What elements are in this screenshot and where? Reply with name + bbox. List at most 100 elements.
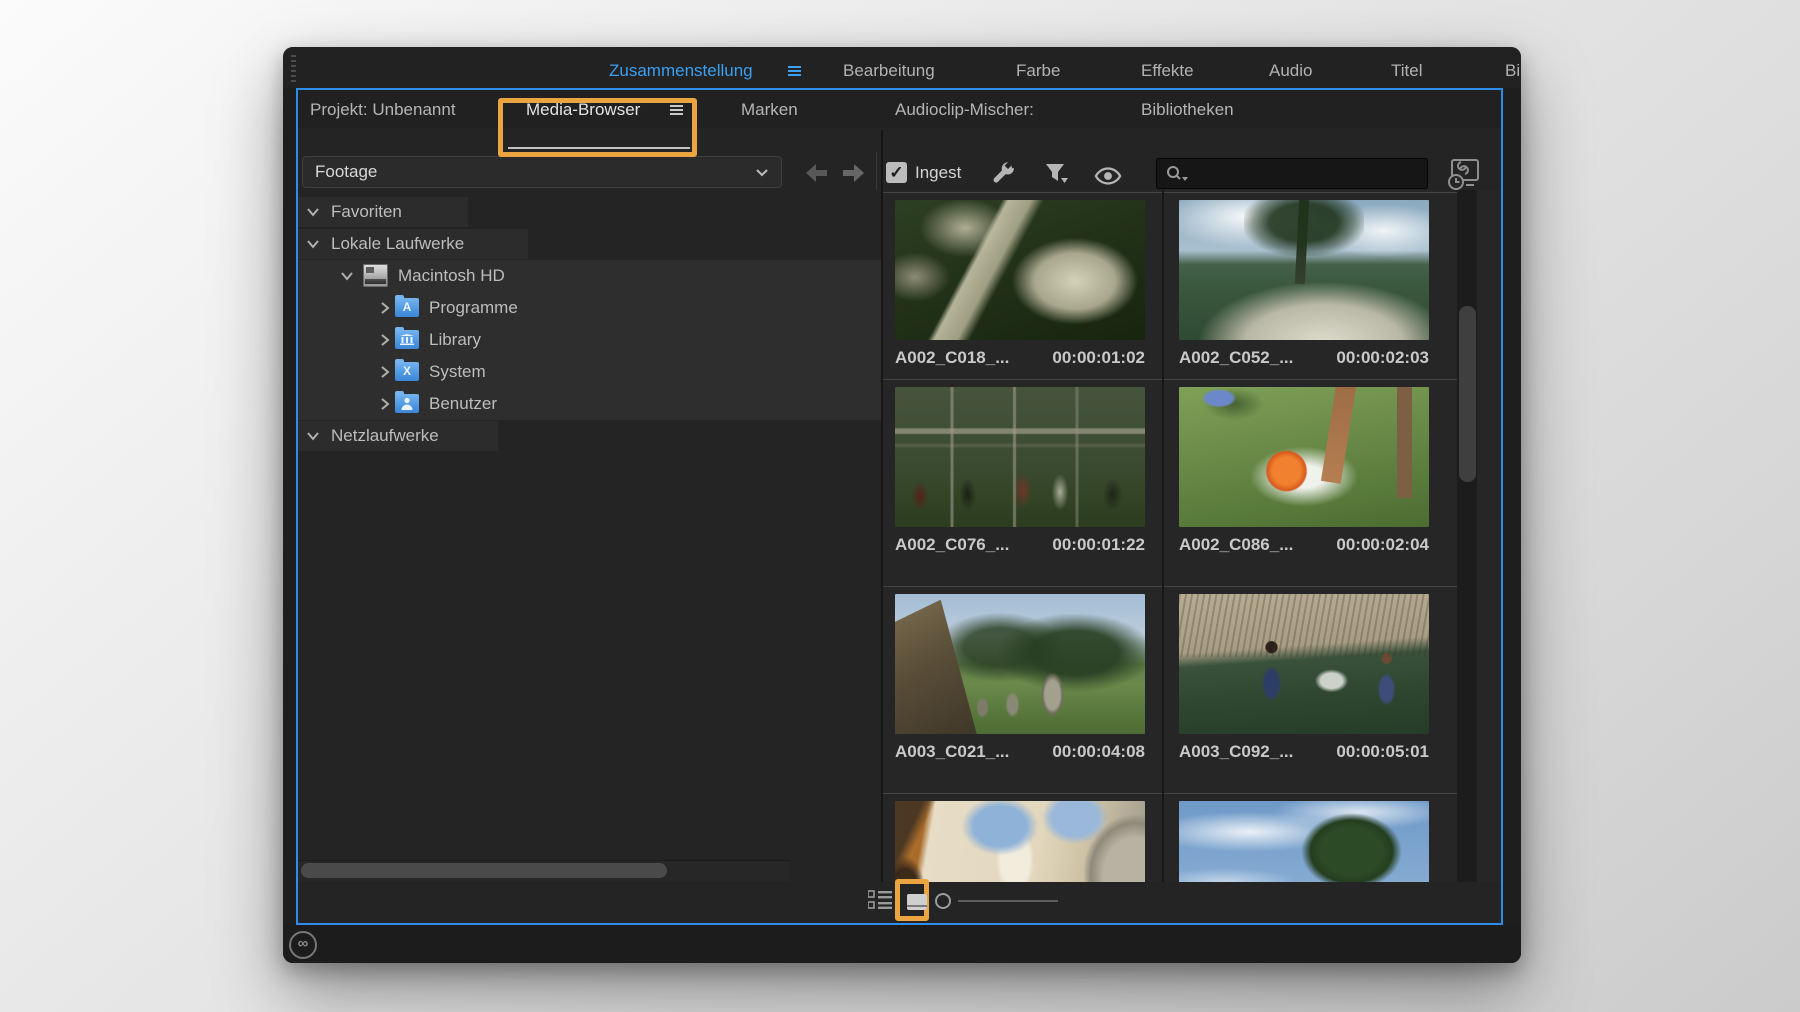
workspace-tab-zusammenstellung[interactable]: Zusammenstellung bbox=[609, 60, 753, 82]
source-dropdown-value: Footage bbox=[315, 162, 377, 181]
tab-marken[interactable]: Marken bbox=[741, 99, 798, 121]
creative-cloud-logo-icon: ∞ bbox=[289, 931, 317, 959]
clip-name: A002_C052_... bbox=[1179, 348, 1293, 370]
window-footer: ∞ bbox=[283, 925, 1521, 963]
tree-item-label: Lokale Laufwerke bbox=[331, 234, 464, 254]
workspace-tab-titel[interactable]: Titel bbox=[1391, 60, 1423, 82]
tree-item-label: Benutzer bbox=[429, 394, 497, 414]
clip-timecode: 00:00:02:04 bbox=[1336, 535, 1429, 557]
workspace-tab-bibliotheken-truncated[interactable]: Bi bbox=[1505, 60, 1520, 82]
clip-label[interactable]: A002_C086_... 00:00:02:04 bbox=[1179, 535, 1429, 557]
ingest-label: Ingest bbox=[915, 163, 961, 183]
clip-name: A003_C092_... bbox=[1179, 742, 1293, 764]
workspace-menu-icon[interactable] bbox=[788, 66, 801, 77]
tree-item-benutzer[interactable]: Benutzer bbox=[298, 388, 881, 420]
zoom-slider-track[interactable] bbox=[958, 900, 1058, 902]
chevron-right-icon[interactable] bbox=[378, 365, 392, 379]
clip-name: A002_C076_... bbox=[895, 535, 1009, 557]
source-dropdown[interactable]: Footage bbox=[302, 156, 782, 188]
clip-name: A002_C086_... bbox=[1179, 535, 1293, 557]
clip-thumbnail-colonial-arch[interactable] bbox=[895, 801, 1145, 882]
clip-thumbnail-fence-field[interactable] bbox=[895, 387, 1145, 527]
premiere-window: Zusammenstellung Bearbeitung Farbe Effek… bbox=[283, 47, 1521, 963]
clip-thumbnail-hut-stelae[interactable] bbox=[895, 594, 1145, 734]
clip-timecode: 00:00:02:03 bbox=[1336, 348, 1429, 370]
tree-item-library[interactable]: Library bbox=[298, 324, 881, 356]
clip-label[interactable]: A003_C092_... 00:00:05:01 bbox=[1179, 742, 1429, 764]
settings-wrench-icon[interactable] bbox=[990, 160, 1018, 188]
workspace-tab-effekte[interactable]: Effekte bbox=[1141, 60, 1194, 82]
clip-label[interactable]: A002_C018_... 00:00:01:02 bbox=[895, 348, 1145, 370]
hard-drive-icon bbox=[363, 264, 388, 287]
panel-tab-row: Projekt: Unbenannt Media-Browser Marken … bbox=[298, 90, 1501, 128]
tree-item-favoriten[interactable]: Favoriten bbox=[298, 196, 881, 228]
tree-item-system[interactable]: X System bbox=[298, 356, 881, 388]
list-view-icon[interactable] bbox=[868, 890, 892, 909]
clip-thumbnail-ball-splash[interactable] bbox=[1179, 387, 1429, 527]
clip-grid: A002_C018_... 00:00:01:02 A002_C052_... … bbox=[883, 190, 1501, 882]
search-icon bbox=[1165, 165, 1189, 184]
clip-timecode: 00:00:01:22 bbox=[1052, 535, 1145, 557]
system-folder-icon: X bbox=[395, 362, 419, 381]
grid-vertical-scrollbar[interactable] bbox=[1457, 190, 1477, 882]
chevron-down-icon bbox=[755, 168, 769, 177]
row-separator bbox=[883, 793, 1457, 794]
search-box bbox=[1156, 158, 1428, 189]
chevron-right-icon[interactable] bbox=[378, 333, 392, 347]
scrollbar-thumb[interactable] bbox=[301, 863, 667, 878]
workspace-tab-farbe[interactable]: Farbe bbox=[1016, 60, 1060, 82]
media-browser-panel: Projekt: Unbenannt Media-Browser Marken … bbox=[296, 88, 1503, 925]
search-input[interactable] bbox=[1191, 161, 1425, 188]
tree-item-lokale-laufwerke[interactable]: Lokale Laufwerke bbox=[298, 228, 881, 260]
clip-name: A002_C018_... bbox=[895, 348, 1009, 370]
tree-item-label: System bbox=[429, 362, 486, 382]
tree-item-label: Programme bbox=[429, 298, 518, 318]
row-separator bbox=[883, 586, 1457, 587]
tab-bibliotheken[interactable]: Bibliotheken bbox=[1141, 99, 1234, 121]
tab-projekt[interactable]: Projekt: Unbenannt bbox=[310, 99, 456, 121]
row-separator bbox=[883, 379, 1457, 380]
clip-thumbnail-kids-hut[interactable] bbox=[1179, 594, 1429, 734]
zoom-slider-knob[interactable] bbox=[935, 893, 951, 909]
tree-item-label: Favoriten bbox=[331, 202, 402, 222]
clip-thumbnail-tree-sky[interactable] bbox=[1179, 801, 1429, 882]
clip-label[interactable]: A002_C076_... 00:00:01:22 bbox=[895, 535, 1145, 557]
back-arrow-icon[interactable] bbox=[803, 162, 831, 184]
tree-item-macintosh-hd[interactable]: Macintosh HD bbox=[298, 260, 881, 292]
chevron-down-icon[interactable] bbox=[306, 205, 320, 219]
media-browser-highlight-box bbox=[498, 98, 697, 157]
tab-audioclip-mischer[interactable]: Audioclip-Mischer: bbox=[895, 99, 1034, 121]
column-separator bbox=[1162, 190, 1164, 882]
ingest-checkbox[interactable] bbox=[886, 162, 907, 183]
clip-label[interactable]: A002_C052_... 00:00:02:03 bbox=[1179, 348, 1429, 370]
row-separator bbox=[883, 192, 1457, 193]
tree-item-label: Macintosh HD bbox=[398, 266, 505, 286]
panel-drag-handle[interactable] bbox=[291, 55, 296, 82]
workspace-tab-bearbeitung[interactable]: Bearbeitung bbox=[843, 60, 935, 82]
chevron-right-icon[interactable] bbox=[378, 301, 392, 315]
clip-name: A003_C021_... bbox=[895, 742, 1009, 764]
tree-item-label: Library bbox=[429, 330, 481, 350]
linked-media-clock-icon[interactable] bbox=[1444, 156, 1484, 194]
toolbar-divider bbox=[876, 152, 877, 190]
filter-funnel-icon[interactable] bbox=[1042, 160, 1070, 188]
chevron-down-icon[interactable] bbox=[306, 237, 320, 251]
clip-thumbnail-cliff-vista[interactable] bbox=[1179, 200, 1429, 340]
thumbnail-view-icon[interactable] bbox=[907, 894, 927, 910]
tree-horizontal-scrollbar[interactable] bbox=[298, 860, 790, 881]
scrollbar-thumb[interactable] bbox=[1459, 306, 1476, 482]
clip-thumbnail-ruins-aerial[interactable] bbox=[895, 200, 1145, 340]
clip-timecode: 00:00:01:02 bbox=[1052, 348, 1145, 370]
chevron-down-icon[interactable] bbox=[306, 429, 320, 443]
users-folder-icon bbox=[395, 394, 419, 413]
workspace-bar: Zusammenstellung Bearbeitung Farbe Effek… bbox=[283, 47, 1521, 88]
chevron-down-icon[interactable] bbox=[340, 269, 354, 283]
preview-eye-icon[interactable] bbox=[1094, 162, 1122, 190]
clip-label[interactable]: A003_C021_... 00:00:04:08 bbox=[895, 742, 1145, 764]
workspace-tab-audio[interactable]: Audio bbox=[1269, 60, 1312, 82]
forward-arrow-icon[interactable] bbox=[839, 162, 867, 184]
chevron-right-icon[interactable] bbox=[378, 397, 392, 411]
applications-folder-icon: A bbox=[395, 298, 419, 317]
tree-item-netzlaufwerke[interactable]: Netzlaufwerke bbox=[298, 420, 881, 452]
tree-item-programme[interactable]: A Programme bbox=[298, 292, 881, 324]
